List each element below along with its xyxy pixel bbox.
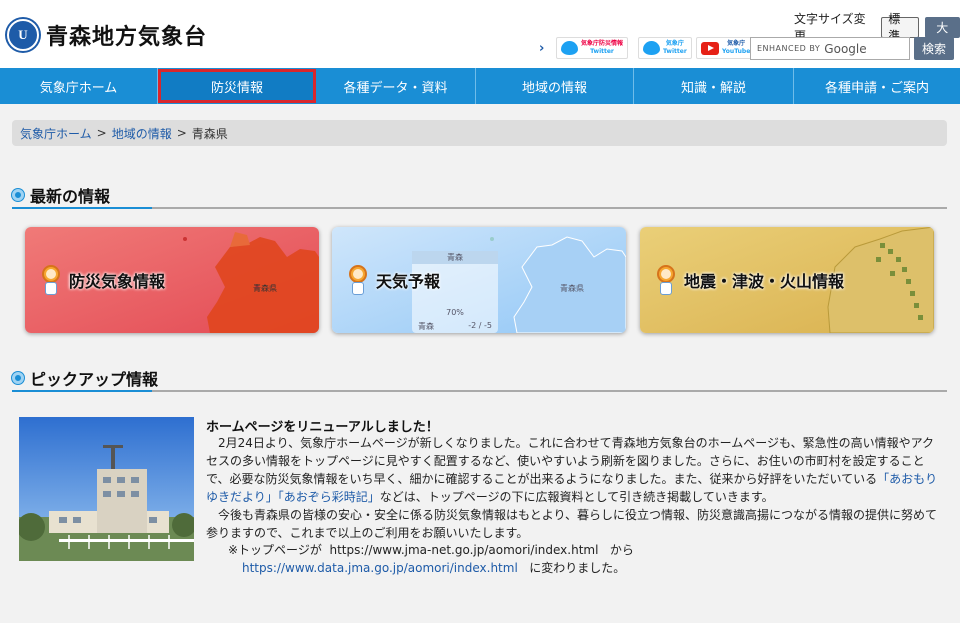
card-title: 天気予報 (376, 272, 441, 291)
observatory-building-photo (19, 417, 194, 561)
nav-item-bosai[interactable]: 防災情報 (158, 69, 316, 103)
pickup-heading: ピックアップ情報 (12, 366, 947, 392)
old-url-line: ※トップページが https://www.jma-net.go.jp/aomor… (228, 541, 634, 558)
breadcrumb-separator: > (176, 126, 187, 140)
twitter-icon (561, 41, 578, 55)
breadcrumb-link-jma-home[interactable]: 気象庁ホーム (20, 125, 92, 142)
forecast-panel: 青森 70% 青森 -2 / -5 (412, 251, 498, 333)
map-label: 青森県 (560, 283, 584, 293)
new-url-line: https://www.data.jma.go.jp/aomori/index.… (242, 559, 625, 576)
site-title: 青森地方気象台 (46, 25, 208, 50)
search-brand: Google (824, 41, 867, 56)
pickup-para1-text-a: 2月24日より、気象庁ホームページが新しくなりました。これに合わせて青森地方気象… (206, 436, 935, 486)
pickup-title: ピックアップ情報 (30, 370, 159, 389)
forecast-place: 青森 (412, 251, 498, 264)
search-prefix: ENHANCED BY (757, 44, 821, 53)
latest-info-title: 最新の情報 (30, 187, 111, 206)
jma-logo-icon: U (7, 19, 39, 51)
section-bullet-icon (12, 372, 24, 384)
card-bosai-weather-info[interactable]: 青森県 防災気象情報 (25, 227, 319, 333)
mascot-icon (344, 263, 372, 297)
global-nav: 気象庁ホーム 防災情報 各種データ・資料 地域の情報 知識・解説 各種申請・ご案… (0, 68, 960, 104)
nav-item-region[interactable]: 地域の情報 (476, 68, 634, 104)
forecast-row-place: 青森 (418, 322, 434, 331)
search-input[interactable]: ENHANCED BY Google (750, 37, 910, 60)
url-prefix: ※トップページが (228, 543, 322, 557)
forecast-row-temp: -2 / -5 (468, 321, 492, 330)
card-title: 地震・津波・火山情報 (684, 272, 845, 291)
forecast-pop: 70% (446, 308, 464, 317)
chevron-right-icon: › (539, 41, 545, 56)
twitter-icon (643, 41, 660, 55)
sns-label-line2: YouTube (722, 48, 751, 55)
site-logo[interactable]: U 青森地方気象台 (7, 19, 207, 51)
sns-link-jma-bosai-twitter[interactable]: 気象庁防災情報 Twitter (556, 37, 629, 59)
link-aozora-saijiki[interactable]: 「あおぞら彩時記」 (278, 490, 380, 504)
mascot-icon (652, 263, 680, 297)
url-suffix: に変わりました。 (529, 561, 626, 575)
nav-item-applications[interactable]: 各種申請・ご案内 (794, 68, 960, 104)
nav-item-knowledge[interactable]: 知識・解説 (634, 68, 794, 104)
new-url-link[interactable]: https://www.data.jma.go.jp/aomori/index.… (242, 561, 518, 575)
old-url: https://www.jma-net.go.jp/aomori/index.h… (329, 543, 599, 557)
mascot-icon (37, 263, 65, 297)
sns-label-line1: 気象庁防災情報 (581, 40, 624, 47)
text-size-standard-button[interactable]: 標準 (881, 12, 919, 43)
card-title: 防災気象情報 (69, 272, 166, 291)
pickup-para1-text-b: などは、トップページの下に広報資料として引き続き掲載していきます。 (379, 490, 774, 504)
card-earthquake-tsunami-volcano[interactable]: 地震・津波・火山情報 (640, 227, 934, 333)
pickup-article-body: 2月24日より、気象庁ホームページが新しくなりました。これに合わせて青森地方気象… (206, 434, 942, 542)
breadcrumb: 気象庁ホーム > 地域の情報 > 青森県 (12, 120, 947, 146)
nav-item-data[interactable]: 各種データ・資料 (316, 68, 476, 104)
sns-link-jma-youtube[interactable]: 気象庁 YouTube (696, 37, 756, 59)
search-button[interactable]: 検索 (914, 37, 954, 60)
pickup-paragraph-2: 今後も青森県の皆様の安心・安全に係る防災気象情報はもとより、暮らしに役立つ情報、… (206, 508, 938, 540)
breadcrumb-separator: > (96, 126, 107, 140)
breadcrumb-current: 青森県 (191, 126, 228, 141)
pickup-paragraph-1: 2月24日より、気象庁ホームページが新しくなりました。これに合わせて青森地方気象… (206, 434, 942, 506)
sns-label-line2: Twitter (663, 48, 687, 55)
sns-label-line1: 気象庁 (727, 40, 746, 47)
card-weather-forecast[interactable]: 青森県 青森 70% 青森 -2 / -5 天気予報 (332, 227, 626, 333)
nav-item-jma-home[interactable]: 気象庁ホーム (0, 68, 158, 104)
map-label: 青森県 (253, 283, 277, 293)
latest-info-heading: 最新の情報 (12, 183, 947, 209)
site-header: U 青森地方気象台 文字サイズ変更 標準 大 › 気象庁防災情報 Twitter … (0, 0, 960, 68)
pickup-article-title: ホームページをリニューアルしました！ (206, 420, 439, 435)
section-bullet-icon (12, 189, 24, 201)
sns-label-line2: Twitter (590, 48, 614, 55)
youtube-icon (701, 41, 719, 55)
text-size-large-button[interactable]: 大 (924, 16, 960, 38)
breadcrumb-link-region[interactable]: 地域の情報 (112, 125, 172, 142)
url-mid: から (609, 543, 634, 557)
sns-link-jma-twitter[interactable]: 気象庁 Twitter (638, 37, 692, 59)
sns-label-line1: 気象庁 (665, 40, 684, 47)
